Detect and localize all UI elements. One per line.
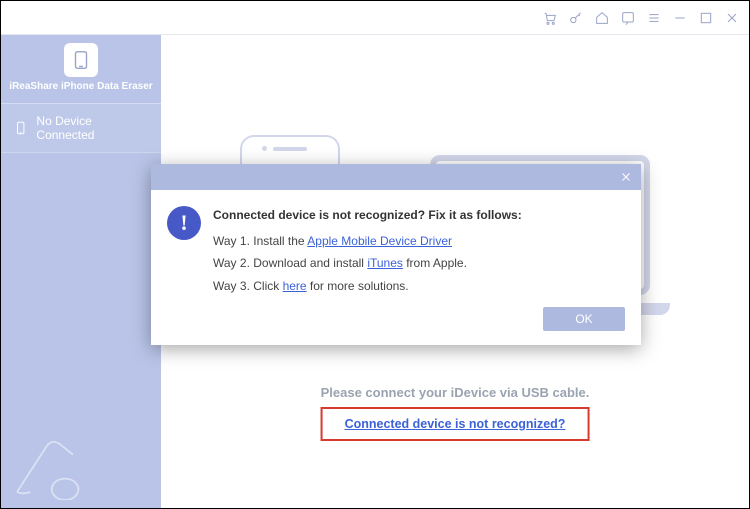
sidebar-item-device[interactable]: No Device Connected [1,104,161,153]
way1-pre: Way 1. Install the [213,234,307,248]
dialog-heading: Connected device is not recognized? Fix … [213,204,522,226]
key-icon[interactable] [567,9,585,27]
dialog-way2: Way 2. Download and install iTunes from … [213,252,522,274]
info-icon: ! [167,206,201,240]
way2-pre: Way 2. Download and install [213,256,367,270]
app-logo: iReaShare iPhone Data Eraser [5,35,156,97]
driver-link[interactable]: Apple Mobile Device Driver [307,234,452,248]
itunes-link[interactable]: iTunes [367,256,403,270]
dialog-close-icon[interactable] [617,168,635,186]
here-link[interactable]: here [283,279,307,293]
cart-icon[interactable] [541,9,559,27]
home-icon[interactable] [593,9,611,27]
phone-icon [13,120,28,136]
dialog-text: Connected device is not recognized? Fix … [213,204,522,297]
feedback-icon[interactable] [619,9,637,27]
menu-icon[interactable] [645,9,663,27]
decorative-art [9,420,89,500]
help-dialog: ! Connected device is not recognized? Fi… [151,164,641,345]
ok-button[interactable]: OK [543,307,625,331]
not-recognized-link[interactable]: Connected device is not recognized? [345,417,566,431]
titlebar [1,1,749,35]
highlighted-link-frame: Connected device is not recognized? [321,407,590,441]
sidebar: iReaShare iPhone Data Eraser No Device C… [1,35,161,508]
way2-post: from Apple. [403,256,467,270]
dialog-way3: Way 3. Click here for more solutions. [213,275,522,297]
maximize-icon[interactable] [697,9,715,27]
device-status-label: No Device Connected [36,114,149,142]
minimize-icon[interactable] [671,9,689,27]
app-window: iReaShare iPhone Data Eraser No Device C… [0,0,750,509]
way3-pre: Way 3. Click [213,279,283,293]
app-title: iReaShare iPhone Data Eraser [9,81,152,93]
close-window-icon[interactable] [723,9,741,27]
way3-post: for more solutions. [307,279,409,293]
connect-caption: Please connect your iDevice via USB cabl… [161,385,749,400]
dialog-titlebar [151,164,641,190]
dialog-way1: Way 1. Install the Apple Mobile Device D… [213,230,522,252]
